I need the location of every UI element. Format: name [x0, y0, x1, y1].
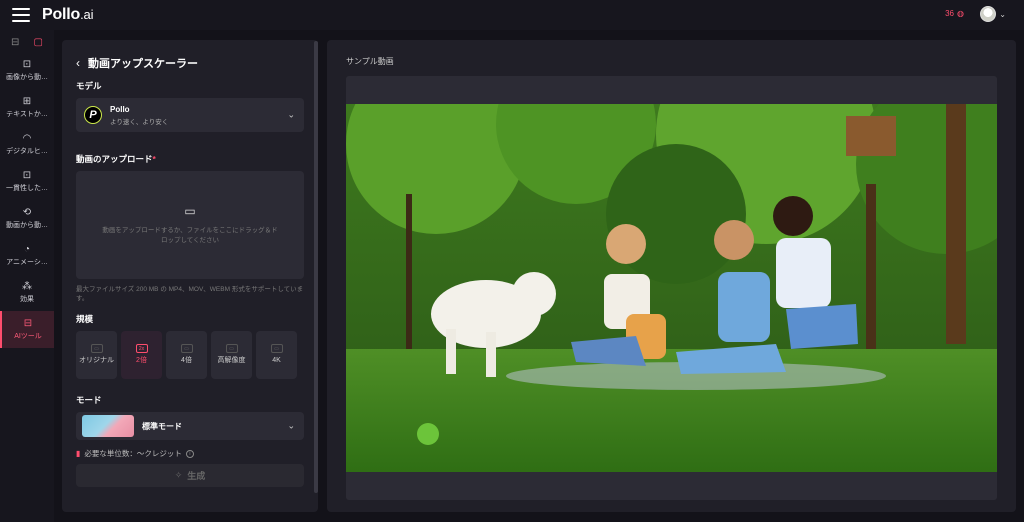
sidebar-item-ai-tools[interactable]: ⊟ AIツール	[0, 311, 54, 348]
scale-icon: ▭	[180, 344, 193, 354]
model-label: モデル	[76, 81, 102, 91]
scale-option-4x[interactable]: ▭ 4倍	[166, 331, 207, 380]
sidebar-item-image-to-video[interactable]: ⊡ 画像から動…	[0, 52, 54, 89]
scale-option-2x[interactable]: 2x 2倍	[121, 331, 162, 380]
scale-icon: ▭	[270, 344, 283, 354]
scale-icon: ▭	[90, 344, 103, 354]
scale-icon: ▭	[225, 344, 238, 354]
scale-option-4k[interactable]: ▭ 4K	[256, 331, 297, 380]
sidebar-item-label: アニメーシ…	[6, 258, 48, 266]
cost-text: 必要な単位数：～クレジット	[84, 449, 182, 459]
upload-label-text: 動画のアップロード	[76, 154, 153, 164]
sidebar-item-label: 効果	[20, 295, 34, 303]
image-mode-icon[interactable]: ⊟	[11, 37, 19, 48]
scale-option-label: 4倍	[181, 357, 192, 365]
info-icon[interactable]: i	[185, 449, 194, 458]
panel-header: ‹ 動画アップスケーラー	[76, 55, 304, 71]
top-bar: Pollo.ai 36 ◍ ⌄	[0, 0, 1024, 30]
generate-label: 生成	[187, 471, 206, 482]
sidebar-item-label: デジタルヒ…	[6, 147, 48, 155]
sidebar-item-video-to-video[interactable]: ⟲ 動画から動…	[0, 200, 54, 237]
chevron-down-icon: ⌄	[287, 420, 295, 431]
sample-video-label: サンプル動画	[346, 57, 394, 66]
scale-option-hd[interactable]: ▭ 高解像度	[211, 331, 252, 380]
panel-title: 動画アップスケーラー	[88, 58, 198, 70]
sidebar-item-text-to-video[interactable]: ⊞ テキストか…	[0, 89, 54, 126]
sidebar-item-animation[interactable]: ◔ アニメーシ…	[0, 237, 54, 274]
video-upload-dropzone[interactable]: ▭ 動画をアップロードするか、ファイルをここにドラッグ＆ドロップしてください	[76, 171, 304, 279]
scale-icon: 2x	[135, 344, 148, 354]
ai-tools-icon: ⊟	[23, 317, 33, 329]
effects-icon: ⁂	[22, 280, 32, 292]
coin-icon: ◍	[957, 9, 964, 18]
logo-main: Pollo	[42, 6, 81, 23]
pollo-logo-icon: P	[84, 106, 102, 124]
back-arrow-icon[interactable]: ‹	[76, 56, 80, 70]
sidebar-item-label: 動画から動…	[6, 221, 48, 229]
scale-option-original[interactable]: ▭ オリジナル	[76, 331, 117, 380]
trash-icon: ▮	[76, 449, 81, 459]
preview-panel: サンプル動画	[327, 40, 1016, 512]
logo[interactable]: Pollo.ai	[42, 6, 93, 24]
mode-label: モード	[76, 395, 102, 406]
scale-option-label: 4K	[272, 357, 281, 365]
consistent-icon: ⊡	[22, 169, 32, 181]
avatar	[980, 6, 997, 22]
sidebar-mode-switch: ⊟ ▢	[0, 30, 54, 52]
upscaler-panel: ‹ 動画アップスケーラー モデル P Pollo より速く、より安く ⌄ 動画の…	[62, 40, 318, 512]
mode-select[interactable]: 標準モード ⌄	[76, 412, 304, 441]
sample-video-image	[346, 104, 997, 472]
account-menu[interactable]: ⌄	[980, 6, 1006, 22]
model-select[interactable]: P Pollo より速く、より安く ⌄	[76, 98, 304, 132]
animation-icon: ◔	[23, 243, 31, 255]
scale-option-label: 2倍	[136, 357, 147, 365]
digital-human-icon: ◠	[22, 132, 32, 144]
sidebar-item-label: 一貫性した…	[6, 184, 48, 192]
credit-cost: ▮ 必要な単位数：～クレジット i	[76, 448, 304, 459]
scale-option-label: オリジナル	[79, 357, 114, 365]
logo-suffix: .ai	[80, 7, 94, 22]
hamburger-menu-icon[interactable]	[12, 8, 30, 22]
sparkle-icon: ✧	[174, 470, 183, 481]
sample-video[interactable]	[346, 104, 997, 472]
scale-options: ▭ オリジナル 2x 2倍 ▭ 4倍 ▭ 高解像度 ▭ 4K	[76, 331, 304, 380]
panel-scrollbar[interactable]	[314, 41, 318, 493]
generate-button[interactable]: ✧ 生成	[76, 464, 304, 488]
sidebar: ⊟ ▢ ⊡ 画像から動… ⊞ テキストか… ◠ デジタルヒ… ⊡ 一貫性した… …	[0, 30, 54, 522]
sidebar-item-label: 画像から動…	[6, 73, 48, 81]
text-to-video-icon: ⊞	[22, 95, 32, 107]
image-to-video-icon: ⊡	[22, 58, 32, 70]
required-mark: *	[152, 154, 156, 164]
model-description: より速く、より安く	[110, 118, 169, 126]
model-name: Pollo	[110, 104, 130, 114]
scale-option-label: 高解像度	[217, 357, 246, 365]
sidebar-item-label: AIツール	[14, 332, 42, 340]
upload-label: 動画のアップロード*	[76, 153, 304, 165]
video-frame[interactable]	[346, 76, 997, 500]
video-camera-icon: ▭	[184, 204, 196, 219]
sidebar-item-consistent[interactable]: ⊡ 一貫性した…	[0, 163, 54, 200]
upload-hint: 最大ファイルサイズ 200 MB の MP4、MOV、WEBM 形式をサポートし…	[76, 286, 304, 303]
mode-thumbnail	[82, 415, 134, 438]
video-to-video-icon: ⟲	[22, 206, 32, 218]
chevron-down-icon: ⌄	[999, 9, 1006, 19]
mode-name: 標準モード	[142, 421, 182, 431]
chevron-down-icon: ⌄	[287, 109, 295, 120]
scale-label: 規模	[76, 314, 94, 325]
credits-count: 36	[945, 9, 955, 18]
video-mode-icon[interactable]: ▢	[34, 37, 43, 48]
sidebar-item-label: テキストか…	[6, 110, 48, 118]
upload-instructions: 動画をアップロードするか、ファイルをここにドラッグ＆ドロップしてください	[102, 227, 278, 244]
credits-badge[interactable]: 36 ◍	[945, 9, 964, 18]
sidebar-item-digital-human[interactable]: ◠ デジタルヒ…	[0, 126, 54, 163]
sidebar-item-effects[interactable]: ⁂ 効果	[0, 274, 54, 311]
